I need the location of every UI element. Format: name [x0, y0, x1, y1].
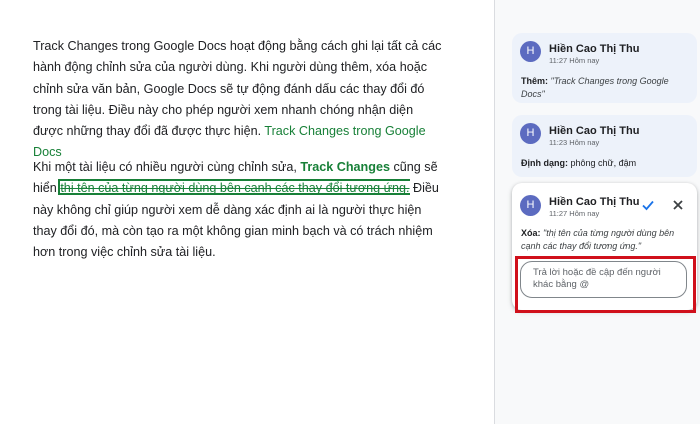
suggestion-label: Xóa:	[521, 228, 541, 238]
format-suggestion[interactable]: Track Changes	[300, 160, 390, 174]
check-icon[interactable]	[641, 198, 655, 212]
close-icon[interactable]	[671, 198, 685, 212]
document-page: Track Changes trong Google Docs hoạt độn…	[0, 0, 494, 424]
paragraph-2[interactable]: Khi một tài liệu có nhiều người cùng chỉ…	[33, 157, 443, 263]
suggestion-body: Thêm: "Track Changes trong Google Docs"	[521, 75, 691, 100]
timestamp: 11:27 Hôm nay	[549, 56, 600, 65]
suggestion-content: "thị tên của từng người dùng bên cạnh cá…	[521, 228, 675, 251]
suggestions-sidebar: H Hiền Cao Thị Thu 11:27 Hôm nay Thêm: "…	[494, 0, 700, 424]
timestamp: 11:27 Hôm nay	[549, 209, 600, 218]
author-name: Hiền Cao Thị Thu	[549, 125, 640, 137]
suggestion-body: Xóa: "thị tên của từng người dùng bên cạ…	[521, 227, 693, 252]
paragraph-1[interactable]: Track Changes trong Google Docs hoạt độn…	[33, 36, 443, 164]
avatar: H	[520, 123, 541, 144]
suggestion-label: Thêm:	[521, 76, 548, 86]
suggestion-card-delete[interactable]: H Hiền Cao Thị Thu 11:27 Hôm nay Xóa: "t…	[512, 183, 697, 310]
suggestion-label: Định dạng:	[521, 158, 568, 168]
suggestion-card-format[interactable]: H Hiền Cao Thị Thu 11:23 Hôm nay Định dạ…	[512, 115, 697, 177]
suggestion-card-insert[interactable]: H Hiền Cao Thị Thu 11:27 Hôm nay Thêm: "…	[512, 33, 697, 103]
timestamp: 11:23 Hôm nay	[549, 138, 600, 147]
suggestion-body: Định dạng: phông chữ, đậm	[521, 157, 691, 170]
deleted-suggestion[interactable]: thị tên của từng người dùng bên cạnh các…	[58, 179, 410, 196]
suggestion-actions	[641, 198, 685, 212]
avatar: H	[520, 41, 541, 62]
suggestion-content: phông chữ, đậm	[570, 158, 637, 168]
paragraph-2-before: Khi một tài liệu có nhiều người cùng chỉ…	[33, 160, 301, 174]
author-name: Hiền Cao Thị Thu	[549, 43, 640, 55]
avatar: H	[520, 195, 541, 216]
author-name: Hiền Cao Thị Thu	[549, 196, 640, 208]
reply-input[interactable]: Trả lời hoặc đề cập đến người khác bằng …	[520, 261, 687, 298]
